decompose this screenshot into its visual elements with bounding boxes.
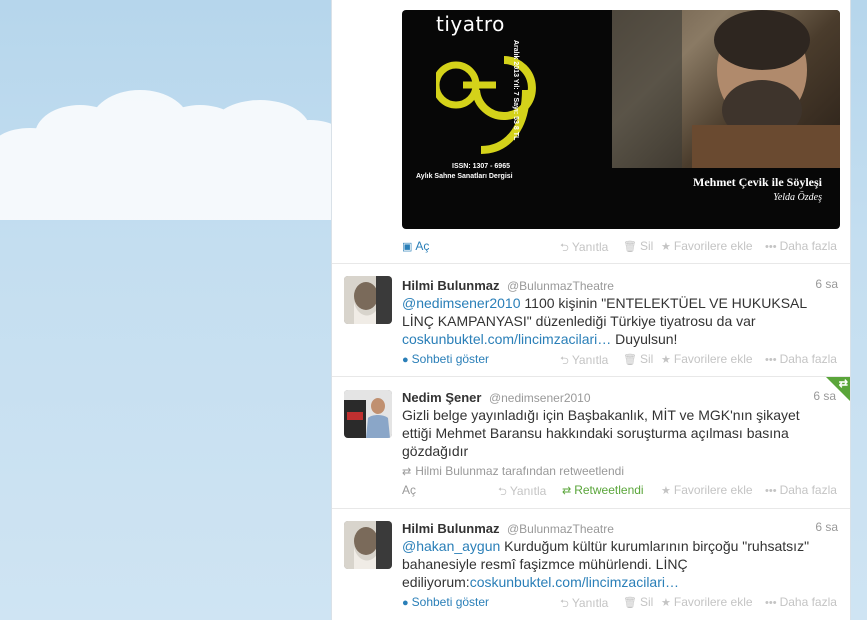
reply-icon: ⮌ [498, 486, 507, 498]
reply-button[interactable]: ⮌ Yanıtla [560, 595, 608, 614]
reply-icon: ⮌ [560, 355, 569, 367]
tweet-actions: ● Sohbeti göster ⮌ Yanıtla 🗑 Sil ★ Favoriler… [402, 352, 838, 368]
expand-link[interactable]: ▣ Aç [402, 239, 429, 253]
show-conversation-link[interactable]: ● Sohbeti göster [402, 595, 489, 609]
more-icon: ••• [765, 485, 777, 497]
reply-icon: ⮌ [560, 242, 569, 254]
cover-photo [612, 10, 840, 168]
reply-button[interactable]: ⮌ Yanıtla [560, 352, 608, 371]
tweet-actions: Aç ⮌ Yanıtla ⇄ Retweetlendi ★ Favorilere ek… [402, 483, 838, 499]
delete-button[interactable]: 🗑 Sil [623, 239, 653, 253]
star-icon: ★ [661, 485, 671, 497]
delete-button[interactable]: 🗑 Sil [623, 595, 653, 609]
star-icon: ★ [661, 354, 671, 366]
trash-icon: 🗑 [623, 354, 637, 366]
tweet-text: Gizli belge yayınladığı için Başbakanlık… [402, 407, 800, 459]
author-username[interactable]: @BulunmazTheatre [507, 279, 614, 293]
more-button[interactable]: ••• Daha fazla [765, 352, 837, 366]
tweet-header: Hilmi Bulunmaz @BulunmazTheatre 6 sa [402, 277, 838, 295]
url-link[interactable]: coskunbuktel.com/lincimzacilari… [402, 331, 611, 347]
author-name[interactable]: Hilmi Bulunmaz [402, 278, 500, 293]
show-conversation-link[interactable]: ● Sohbeti göster [402, 352, 489, 366]
mention-link[interactable]: @nedimsener2010 [402, 295, 521, 311]
tweet-item[interactable]: Hilmi Bulunmaz @BulunmazTheatre 6 sa @ha… [332, 509, 850, 620]
retweet-icon: ⇄ [562, 485, 572, 497]
author-name[interactable]: Hilmi Bulunmaz [402, 521, 500, 536]
tweet-header: Hilmi Bulunmaz @BulunmazTheatre 6 sa [402, 520, 838, 538]
mention-link[interactable]: @hakan_aygun [402, 538, 500, 554]
tweet-image[interactable]: tiyatro Aralık 2013 Yıl: 7 Sayı: 53 8 TL… [402, 10, 840, 229]
tweet-actions: ▣ Aç ⮌ Yanıtla 🗑 Sil ★ Favorilere ekle ••• Da… [402, 239, 838, 255]
avatar[interactable] [344, 276, 392, 324]
author-name[interactable]: Nedim Şener [402, 390, 481, 405]
more-button[interactable]: ••• Daha fazla [765, 239, 837, 253]
conversation-icon: ● [402, 354, 409, 366]
cloud-background [0, 90, 333, 220]
reply-icon: ⮌ [560, 598, 569, 610]
more-icon: ••• [765, 597, 777, 609]
tweet-text: @hakan_aygun Kurduğum kültür kurumlarını… [402, 538, 810, 590]
magazine-logo [436, 56, 536, 154]
media-icon: ▣ [402, 241, 413, 253]
favorite-button[interactable]: ★ Favorilere ekle [661, 352, 753, 366]
more-button[interactable]: ••• Daha fazla [765, 595, 837, 609]
more-icon: ••• [765, 241, 777, 253]
author-username[interactable]: @nedimsener2010 [489, 391, 591, 405]
trash-icon: 🗑 [623, 241, 637, 253]
avatar[interactable] [344, 390, 392, 438]
avatar[interactable] [344, 521, 392, 569]
tweet-timestamp[interactable]: 6 sa [815, 520, 838, 534]
tweet-header: Nedim Şener @nedimsener2010 6 sa [402, 389, 838, 407]
tweet-timestamp[interactable]: 6 sa [813, 389, 836, 403]
conversation-icon: ● [402, 597, 409, 609]
tweet-item[interactable]: Hilmi Bulunmaz @BulunmazTheatre 6 sa @ne… [332, 264, 850, 377]
reply-button[interactable]: ⮌ Yanıtla [560, 239, 608, 258]
timeline: tiyatro Aralık 2013 Yıl: 7 Sayı: 53 8 TL… [331, 0, 851, 620]
more-button[interactable]: ••• Daha fazla [765, 483, 837, 497]
delete-button[interactable]: 🗑 Sil [623, 352, 653, 366]
star-icon: ★ [661, 597, 671, 609]
more-icon: ••• [765, 354, 777, 366]
media-tweet[interactable]: tiyatro Aralık 2013 Yıl: 7 Sayı: 53 8 TL… [332, 0, 850, 264]
tweet-timestamp[interactable]: 6 sa [815, 277, 838, 291]
image-caption: Mehmet Çevik ile Söyleşi [693, 175, 822, 189]
reply-button[interactable]: ⮌ Yanıtla [498, 483, 546, 502]
tweet-text: @nedimsener2010 1100 kişinin "ENTELEKTÜE… [402, 295, 807, 347]
favorite-button[interactable]: ★ Favorilere ekle [661, 483, 753, 497]
url-link[interactable]: coskunbuktel.com/lincimzacilari… [470, 574, 679, 590]
magazine-title: tiyatro [436, 12, 505, 36]
author-username[interactable]: @BulunmazTheatre [507, 522, 614, 536]
retweet-context: ⇄ Hilmi Bulunmaz tarafından retweetlendi [402, 464, 624, 478]
favorite-button[interactable]: ★ Favorilere ekle [661, 239, 753, 253]
magazine-issn: ISSN: 1307 - 6965 [452, 163, 510, 170]
tweet-item[interactable]: ⇄ Nedim Şener @nedimsener2010 6 sa Gizli… [332, 377, 850, 509]
retweet-icon: ⇄ [402, 466, 412, 478]
magazine-subtitle: Aylık Sahne Sanatları Dergisi [416, 173, 513, 180]
favorite-button[interactable]: ★ Favorilere ekle [661, 595, 753, 609]
trash-icon: 🗑 [623, 597, 637, 609]
tweet-actions: ● Sohbeti göster ⮌ Yanıtla 🗑 Sil ★ Favoriler… [402, 595, 838, 611]
retweet-corner-icon: ⇄ [838, 378, 848, 390]
expand-link[interactable]: Aç [402, 483, 416, 497]
image-author: Yelda Özdeş [773, 192, 822, 203]
star-icon: ★ [661, 241, 671, 253]
magazine-issue-info: Aralık 2013 Yıl: 7 Sayı: 53 8 TL [512, 40, 519, 141]
retweeted-button[interactable]: ⇄ Retweetlendi [562, 483, 644, 497]
